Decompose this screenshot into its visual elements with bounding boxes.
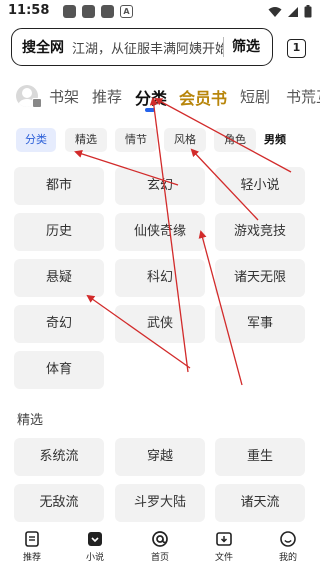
bottom-nav-home[interactable]: 首页 xyxy=(140,530,180,563)
tab-book-help[interactable]: 书荒互助 xyxy=(286,86,320,107)
home-at-icon xyxy=(152,531,168,547)
category-button[interactable]: 诸天无限 xyxy=(215,259,305,297)
search-input[interactable]: 江湖，从征服丰满阿姨开始 xyxy=(72,38,223,57)
featured-button[interactable]: 重生 xyxy=(215,438,305,476)
tab-short-drama[interactable]: 短剧 xyxy=(240,86,270,107)
wifi-icon xyxy=(268,6,282,17)
bottom-nav-recommend[interactable]: 推荐 xyxy=(12,530,52,563)
bottom-nav-label: 文件 xyxy=(214,553,233,563)
bottom-nav-label: 小说 xyxy=(85,553,104,563)
tab-recommend[interactable]: 推荐 xyxy=(92,86,122,107)
category-button[interactable]: 悬疑 xyxy=(14,259,104,297)
search-scope-label[interactable]: 搜全网 xyxy=(22,37,64,57)
chip-featured[interactable]: 精选 xyxy=(65,128,107,152)
category-button[interactable]: 武侠 xyxy=(115,305,205,343)
notification-icons: A xyxy=(63,5,133,18)
chip-role[interactable]: 角色 xyxy=(214,128,256,152)
category-button[interactable]: 轻小说 xyxy=(215,167,305,205)
status-bar: 11:58 A xyxy=(0,0,320,24)
status-right xyxy=(268,5,312,18)
active-tab-indicator xyxy=(145,108,155,112)
tab-count-button[interactable]: 1 xyxy=(287,39,306,58)
app-notification-icon xyxy=(101,5,114,18)
bottom-nav-mine[interactable]: 我的 xyxy=(268,530,308,563)
category-button[interactable]: 体育 xyxy=(14,351,104,389)
featured-button[interactable]: 无敌流 xyxy=(14,484,104,522)
tab-category[interactable]: 分类 xyxy=(135,85,167,109)
text-a-icon: A xyxy=(120,5,133,18)
bottom-nav-files[interactable]: 文件 xyxy=(204,530,244,563)
chip-plot[interactable]: 情节 xyxy=(115,128,157,152)
novel-icon xyxy=(88,532,102,546)
filter-button[interactable]: 筛选 xyxy=(223,37,272,57)
category-button[interactable]: 军事 xyxy=(215,305,305,343)
bottom-nav-label: 我的 xyxy=(278,553,297,563)
section-title-featured: 精选 xyxy=(17,413,44,428)
folder-icon xyxy=(216,532,232,546)
status-time: 11:58 xyxy=(8,3,50,18)
app-notification-icon xyxy=(63,5,76,18)
bottom-nav-novel[interactable]: 小说 xyxy=(75,530,115,563)
category-button[interactable]: 玄幻 xyxy=(115,167,205,205)
bottom-nav-label: 首页 xyxy=(150,553,169,563)
category-button[interactable]: 游戏竞技 xyxy=(215,213,305,251)
featured-button[interactable]: 诸天流 xyxy=(215,484,305,522)
chip-male-channel[interactable]: 男频 xyxy=(264,128,286,152)
category-button[interactable]: 仙侠奇缘 xyxy=(115,213,205,251)
tab-vip-books[interactable]: 会员书 xyxy=(179,85,227,109)
bottom-nav-label: 推荐 xyxy=(22,553,41,563)
battery-icon xyxy=(304,5,312,18)
top-nav: 书架 推荐 分类 会员书 短剧 书荒互助 xyxy=(0,80,320,114)
category-button[interactable]: 奇幻 xyxy=(14,305,104,343)
chip-category[interactable]: 分类 xyxy=(16,128,56,152)
search-bar[interactable]: 搜全网 江湖，从征服丰满阿姨开始 筛选 xyxy=(11,28,273,66)
chip-style[interactable]: 风格 xyxy=(164,128,206,152)
profile-icon xyxy=(280,531,296,547)
category-button[interactable]: 历史 xyxy=(14,213,104,251)
featured-button[interactable]: 系统流 xyxy=(14,438,104,476)
tab-bookshelf[interactable]: 书架 xyxy=(49,86,79,107)
bottom-nav: 推荐 小说 首页 文件 我的 xyxy=(0,526,320,568)
app-notification-icon xyxy=(82,5,95,18)
category-button[interactable]: 都市 xyxy=(14,167,104,205)
book-icon xyxy=(25,531,39,547)
filter-chips: 分类 精选 情节 风格 角色 男频 xyxy=(0,128,320,154)
signal-icon xyxy=(288,6,298,17)
featured-button[interactable]: 斗罗大陆 xyxy=(115,484,205,522)
featured-button[interactable]: 穿越 xyxy=(115,438,205,476)
category-button[interactable]: 科幻 xyxy=(115,259,205,297)
avatar-badge-icon xyxy=(32,98,42,108)
